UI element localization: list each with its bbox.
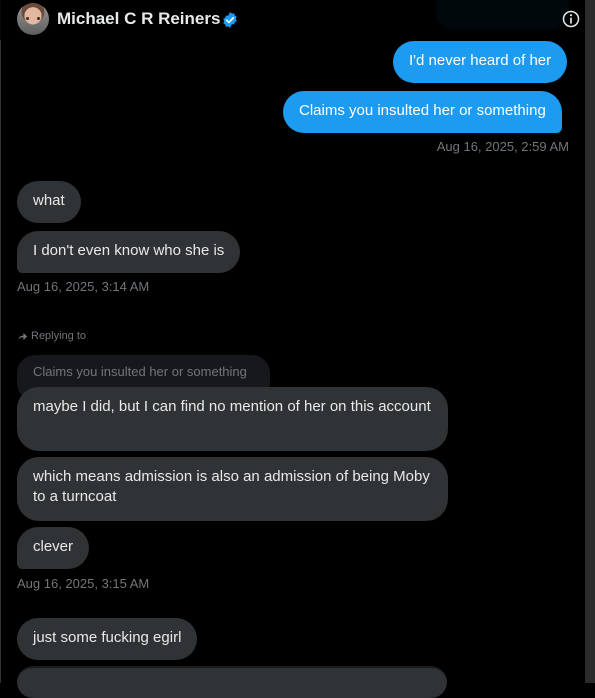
scrollbar-thumb[interactable] — [585, 0, 595, 683]
quoted-message-text: Claims you insulted her or something — [33, 364, 247, 379]
reply-arrow-icon — [18, 332, 28, 340]
conversation-header: Michael C R Reiners — [0, 0, 585, 40]
message-text: I'd never heard of her — [409, 52, 552, 69]
message-text: I don't even know who she is — [33, 242, 225, 259]
message-bubble-incoming[interactable]: I don't even know who she is — [17, 231, 241, 273]
message-bubble-incoming[interactable]: which means admission is also an admissi… — [17, 457, 448, 521]
info-icon[interactable] — [561, 9, 581, 29]
message-bubble-incoming-partial[interactable] — [17, 666, 447, 698]
message-timestamp: Aug 16, 2025, 2:59 AM — [436, 139, 569, 154]
frame-border — [0, 0, 1, 683]
reply-label-text: Replying to — [31, 330, 87, 342]
reply-context-label: Replying to — [17, 330, 86, 342]
message-text: maybe I did, but I can find no mention o… — [33, 398, 431, 415]
message-text: just some fucking egirl — [33, 629, 182, 646]
message-text: which means admission is also an admissi… — [33, 468, 430, 505]
avatar[interactable] — [17, 3, 49, 35]
message-text: clever — [33, 538, 74, 555]
message-timestamp: Aug 16, 2025, 3:14 AM — [17, 279, 150, 294]
message-bubble-incoming[interactable]: just some fucking egirl — [17, 618, 198, 660]
message-bubble-outgoing[interactable]: Claims you insulted her or something — [283, 91, 562, 133]
message-bubble-incoming[interactable]: maybe I did, but I can find no mention o… — [17, 387, 448, 451]
scrollbar[interactable] — [585, 0, 595, 683]
message-text: Claims you insulted her or something — [299, 102, 546, 119]
message-text: what — [33, 192, 65, 209]
message-bubble-outgoing[interactable]: I'd never heard of her — [393, 41, 568, 83]
conversation-name[interactable]: Michael C R Reiners — [57, 9, 220, 29]
message-bubble-incoming[interactable]: clever — [17, 527, 90, 569]
message-timestamp: Aug 16, 2025, 3:15 AM — [17, 576, 150, 591]
verified-badge-icon — [223, 12, 237, 28]
message-bubble-incoming[interactable]: what — [17, 181, 81, 223]
